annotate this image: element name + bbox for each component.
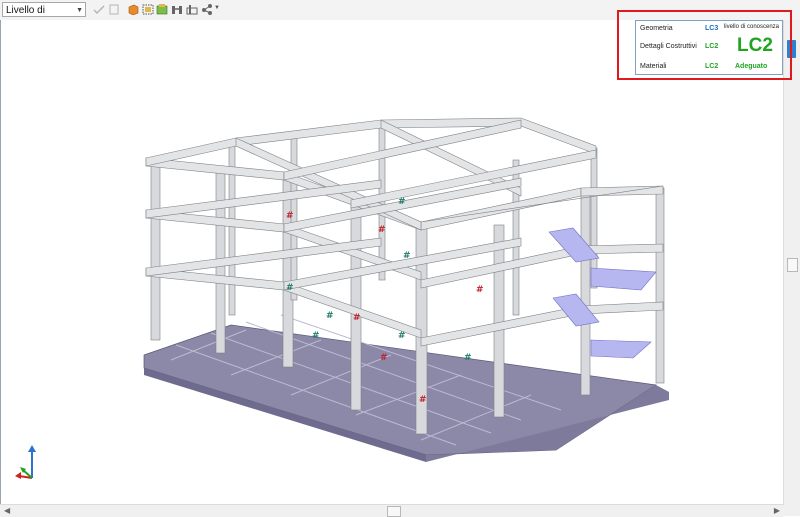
svg-text:#: #	[476, 285, 484, 295]
horizontal-scrollbar[interactable]: ◀ ▶	[0, 504, 784, 517]
horizontal-splitter-handle[interactable]	[387, 506, 401, 517]
structure-icon[interactable]	[156, 4, 168, 15]
binoculars-icon[interactable]	[171, 4, 183, 15]
check-icon[interactable]	[93, 4, 105, 15]
svg-text:#: #	[378, 225, 386, 235]
share-icon[interactable]	[201, 4, 213, 15]
svg-text:#: #	[286, 283, 294, 293]
row-label-dettagli: Dettagli Costruttivi	[640, 43, 697, 50]
3d-viewport[interactable]: # # # # # # # # # # # # #	[0, 20, 785, 504]
knowledge-level-panel: livello di conoscenza Geometria LC3 Dett…	[635, 20, 783, 75]
svg-text:#: #	[403, 251, 411, 261]
svg-text:#: #	[398, 331, 406, 341]
scroll-right-icon[interactable]: ▶	[774, 505, 780, 517]
svg-text:#: #	[326, 311, 334, 321]
axis-triad-icon	[15, 445, 36, 479]
row-value-dettagli: LC2	[705, 43, 719, 50]
chevron-down-icon: ▼	[76, 7, 83, 14]
scroll-corner	[784, 504, 800, 516]
cube-icon[interactable]	[127, 4, 139, 15]
row-label-geometria: Geometria	[640, 25, 673, 32]
vertical-scrollbar[interactable]	[783, 20, 800, 504]
svg-text:#: #	[419, 395, 427, 405]
svg-text:#: #	[398, 197, 406, 207]
knowledge-level-highlight: livello di conoscenza Geometria LC3 Dett…	[617, 10, 792, 80]
scroll-left-icon[interactable]: ◀	[4, 505, 10, 517]
svg-text:#: #	[286, 211, 294, 221]
svg-text:#: #	[464, 353, 472, 363]
columns-icon[interactable]	[186, 4, 198, 15]
row-label-materiali: Materiali	[640, 63, 667, 70]
svg-text:#: #	[312, 331, 320, 341]
knowledge-panel-title: livello di conoscenza	[723, 24, 779, 30]
clipboard-icon[interactable]	[108, 4, 120, 15]
vertical-splitter-handle[interactable]	[787, 258, 798, 272]
share-dropdown-icon[interactable]: ▼	[214, 5, 220, 11]
svg-text:#: #	[380, 353, 388, 363]
row-value-geometria: LC3	[705, 25, 719, 32]
svg-text:#: #	[353, 313, 361, 323]
structural-model[interactable]: # # # # # # # # # # # # #	[1, 20, 785, 504]
grid-select-icon[interactable]	[142, 4, 154, 15]
level-select[interactable]: Livello di Conoscenza ▼	[2, 2, 86, 31]
row-value-materiali: LC2	[705, 63, 719, 70]
overall-status: Adeguato	[735, 63, 768, 70]
overall-level: LC2	[737, 35, 773, 56]
